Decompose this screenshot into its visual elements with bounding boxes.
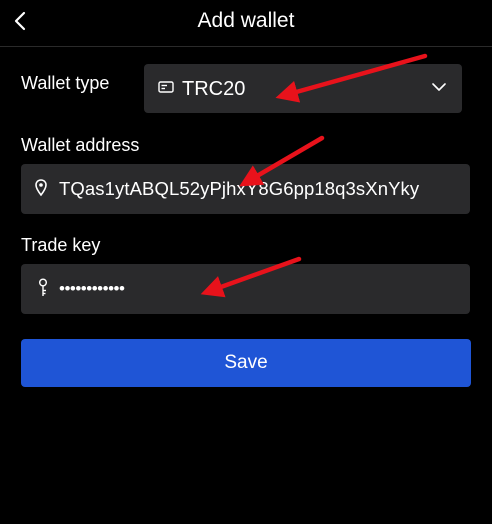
- wallet-address-field[interactable]: TQas1ytABQL52yPjhxY8G6pp18q3sXnYky: [21, 164, 470, 214]
- wallet-address-label: Wallet address: [21, 135, 140, 155]
- wallet-type-select[interactable]: TRC20: [144, 64, 462, 113]
- trade-key-field[interactable]: ••••••••••••: [21, 264, 470, 314]
- header-bar: Add wallet: [0, 0, 492, 47]
- wallet-address-value: TQas1ytABQL52yPjhxY8G6pp18q3sXnYky: [59, 178, 420, 199]
- wallet-type-value: TRC20: [182, 78, 246, 100]
- card-icon: [158, 81, 174, 93]
- key-icon: [39, 278, 47, 296]
- wallet-type-label: Wallet type: [21, 73, 110, 93]
- page-title: Add wallet: [197, 9, 295, 32]
- trade-key-value: ••••••••••••: [59, 279, 125, 298]
- trade-key-label: Trade key: [21, 235, 101, 255]
- save-button[interactable]: Save: [21, 339, 471, 387]
- location-pin-icon: [35, 179, 47, 197]
- chevron-down-icon: [432, 83, 446, 91]
